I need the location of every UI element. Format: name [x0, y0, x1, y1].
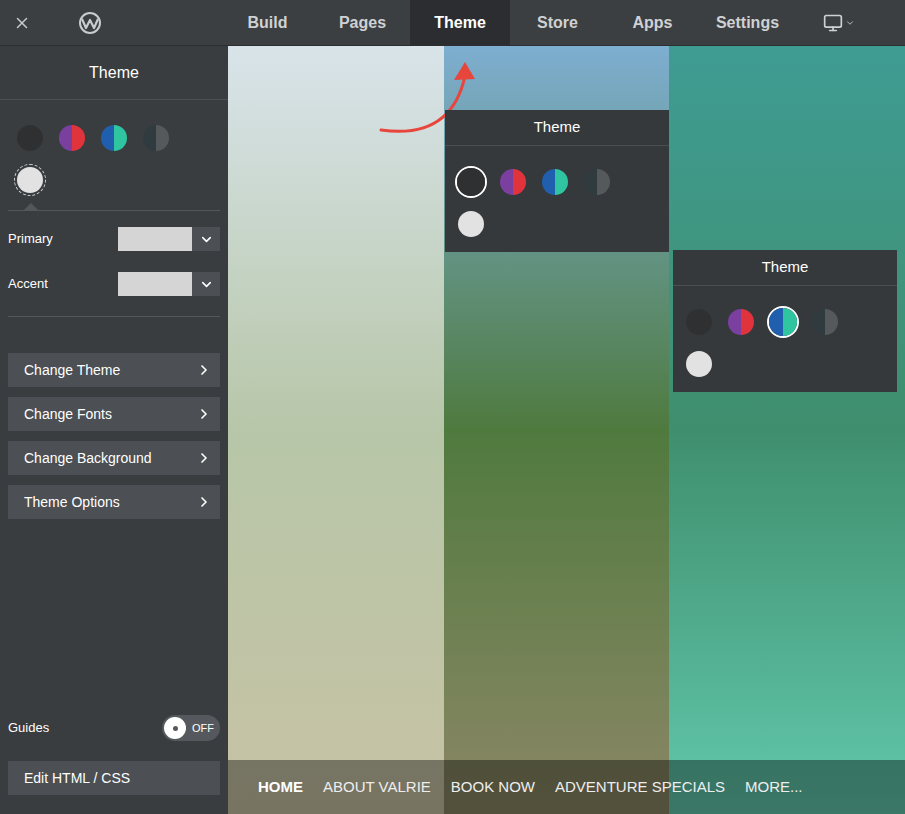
theme-swatch[interactable] — [683, 306, 715, 338]
pointer-arrow — [24, 203, 38, 210]
nav-tab[interactable]: Build — [220, 0, 315, 45]
nav-tab[interactable]: Settings — [700, 0, 795, 45]
theme-swatch[interactable] — [14, 164, 46, 196]
theme-swatch[interactable] — [455, 166, 487, 198]
theme-swatch[interactable] — [683, 348, 715, 380]
site-nav-item[interactable]: HOME — [258, 776, 303, 799]
theme-swatch[interactable] — [56, 122, 88, 154]
theme-swatch[interactable] — [98, 122, 130, 154]
theme-swatch[interactable] — [455, 208, 487, 240]
guides-row: GuidesOFF — [8, 715, 220, 741]
chevron-down-icon — [199, 232, 214, 247]
edit-html-button[interactable]: Edit HTML / CSS — [8, 761, 220, 795]
theme-swatch[interactable] — [725, 306, 757, 338]
nav-tab[interactable]: Pages — [315, 0, 410, 45]
sidebar-button[interactable]: Change Theme — [8, 353, 220, 387]
top-bar: BuildPagesThemeStoreAppsSettings — [0, 0, 905, 46]
color-field: Primary — [8, 227, 220, 251]
site-nav-item[interactable]: ABOUT VALRIE — [323, 776, 431, 799]
color-picker[interactable] — [118, 272, 220, 296]
color-picker[interactable] — [118, 227, 220, 251]
swatch-grid — [683, 306, 863, 380]
theme-swatch[interactable] — [140, 122, 172, 154]
dropdown-icon — [845, 18, 855, 28]
theme-swatch[interactable] — [581, 166, 613, 198]
site-nav-item[interactable]: BOOK NOW — [451, 776, 535, 799]
swatch-grid — [455, 166, 635, 240]
theme-swatch[interactable] — [767, 306, 799, 338]
panel-title: Theme — [445, 110, 669, 146]
nav-tab[interactable]: Store — [510, 0, 605, 45]
chevron-right-icon — [196, 362, 212, 378]
device-toggle[interactable] — [795, 0, 855, 45]
site-preview: Theme Theme HOME ABOUT VALRIE BOOK NOW ADVENT… — [228, 46, 905, 814]
chevron-right-icon — [196, 494, 212, 510]
color-field: Accent — [8, 272, 220, 296]
theme-swatch[interactable] — [14, 122, 46, 154]
field-label: Accent — [8, 274, 48, 294]
theme-panel: Theme — [673, 250, 897, 392]
field-label: Primary — [8, 229, 53, 249]
sidebar-button[interactable]: Theme Options — [8, 485, 220, 519]
chevron-right-icon — [196, 450, 212, 466]
app: BuildPagesThemeStoreAppsSettingsThemePri… — [0, 0, 905, 814]
sidebar-title: Theme — [0, 46, 228, 100]
nav-tab[interactable]: Apps — [605, 0, 700, 45]
theme-swatch[interactable] — [809, 306, 841, 338]
site-nav-item[interactable]: ADVENTURE SPECIALS — [555, 776, 725, 799]
nav-tab[interactable]: Theme — [410, 0, 510, 45]
sidebar: Theme Primary Accent Change Theme Change Fon… — [0, 46, 228, 814]
theme-swatch[interactable] — [497, 166, 529, 198]
monitor-icon — [823, 13, 843, 33]
sidebar-button[interactable]: Change Background — [8, 441, 220, 475]
site-nav: HOME ABOUT VALRIE BOOK NOW ADVENTURE SPECIA… — [228, 760, 905, 814]
theme-swatch[interactable] — [539, 166, 571, 198]
weebly-logo-icon[interactable] — [77, 12, 103, 34]
close-icon[interactable] — [13, 14, 31, 32]
panel-title: Theme — [673, 250, 897, 286]
chevron-down-icon — [199, 277, 214, 292]
sidebar-button[interactable]: Change Fonts — [8, 397, 220, 431]
chevron-right-icon — [196, 406, 212, 422]
site-nav-item[interactable]: MORE... — [745, 776, 803, 799]
theme-panel: Theme — [445, 110, 669, 252]
guides-toggle[interactable]: OFF — [162, 715, 220, 741]
swatch-grid — [14, 122, 194, 196]
